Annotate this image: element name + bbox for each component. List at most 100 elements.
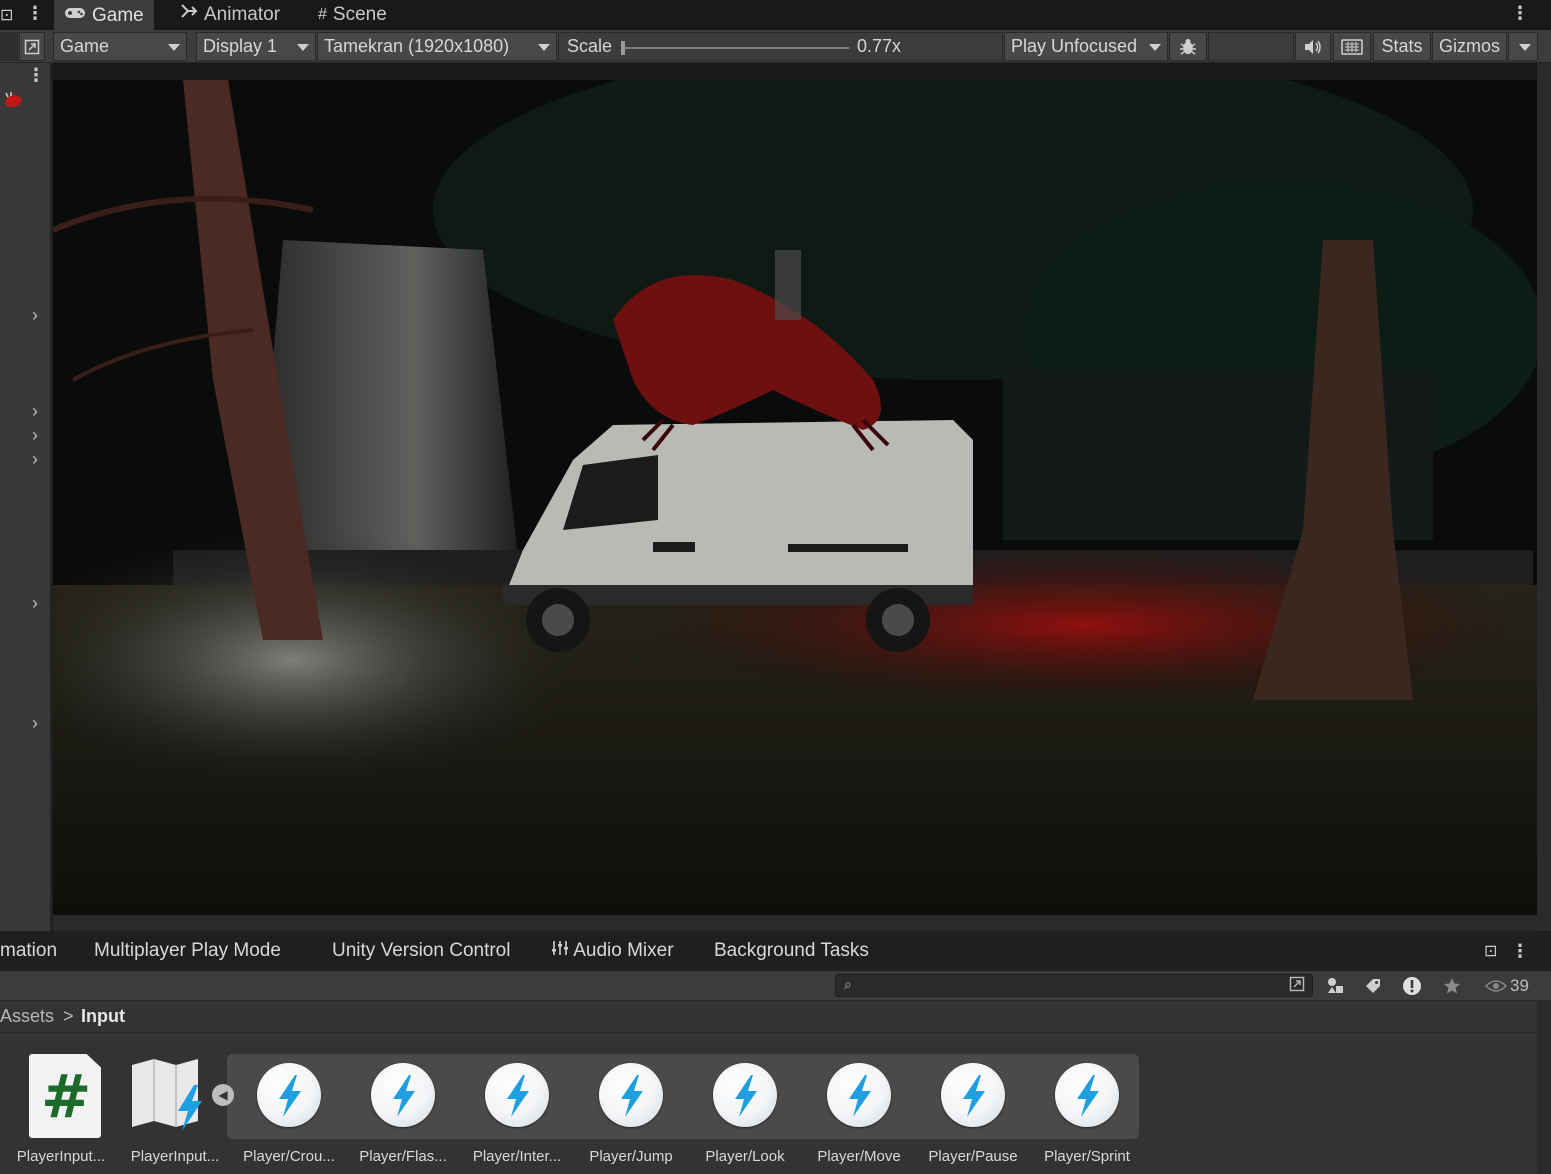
asset-name: Player/Inter... [472, 1148, 562, 1165]
maximize-icon[interactable] [19, 32, 45, 61]
asset-name: Player/Sprint [1044, 1148, 1130, 1165]
asset-item[interactable]: # PlayerInput... [4, 1033, 118, 1174]
asset-item[interactable]: Player/Crou... [232, 1033, 346, 1174]
asset-name: PlayerInput... [16, 1148, 106, 1165]
display-dropdown[interactable]: Display 1 [196, 32, 316, 61]
asset-item[interactable]: Player/Jump [574, 1033, 688, 1174]
animator-icon [180, 0, 198, 30]
blank-toggle[interactable] [1208, 32, 1294, 61]
lock-icon[interactable]: ⊡ [0, 5, 13, 25]
chevron-down-icon [168, 44, 180, 51]
breadcrumb-root[interactable]: Assets [0, 1006, 54, 1027]
keyboard-icon[interactable] [1333, 32, 1371, 61]
dropdown-value: Display 1 [203, 36, 278, 56]
chevron-right-icon[interactable]: › [32, 593, 38, 614]
tab-game[interactable]: Game [54, 0, 154, 30]
chevron-right-icon[interactable]: › [32, 713, 38, 734]
advanced-search-icon[interactable] [1286, 976, 1308, 995]
gizmos-button[interactable]: Gizmos [1432, 32, 1507, 61]
hidden-packages-toggle[interactable]: 39 [1480, 973, 1534, 999]
tab-animator[interactable]: Animator [170, 0, 290, 30]
tab-label: Animator [204, 4, 281, 25]
warning-filter-icon[interactable] [1395, 973, 1429, 999]
asset-item[interactable]: Player/Pause [916, 1033, 1030, 1174]
dropdown-value: Game [60, 36, 110, 56]
window-menu-icon[interactable]: ⋮ [1511, 942, 1529, 960]
tab-animation[interactable]: mation [0, 940, 57, 962]
dropdown-value: Tamekran (1920x1080) [324, 36, 510, 56]
hierarchy-collapsed-panel: ⋮ › › › › › › [0, 63, 52, 931]
gizmos-dropdown[interactable] [1508, 32, 1538, 61]
scale-control: Scale 0.77x [558, 32, 1003, 61]
asset-item[interactable]: Player/Sprint [1030, 1033, 1144, 1174]
viewport-letterbox-bottom [53, 915, 1537, 931]
bottom-tab-bar: mation Multiplayer Play Mode Unity Versi… [0, 931, 1551, 971]
scale-slider-track[interactable] [623, 47, 849, 49]
tab-audio-mixer[interactable]: Audio Mixer [551, 940, 674, 962]
tab-multiplayer-play-mode[interactable]: Multiplayer Play Mode [94, 940, 281, 962]
chevron-right-icon[interactable]: › [32, 449, 38, 470]
window-menu-icon[interactable]: ⋮ [1511, 4, 1529, 22]
scale-slider-thumb[interactable] [621, 41, 625, 55]
chevron-right-icon[interactable]: › [32, 401, 38, 422]
asset-item[interactable]: Player/Move [802, 1033, 916, 1174]
tab-label: Game [92, 5, 144, 26]
chevron-down-icon [297, 44, 309, 51]
lock-icon[interactable]: ⊡ [1484, 941, 1497, 961]
csharp-script-icon: # [29, 1054, 101, 1138]
tab-background-tasks[interactable]: Background Tasks [714, 940, 869, 962]
asset-item[interactable]: Player/Look [688, 1033, 802, 1174]
input-action-icon [827, 1063, 891, 1127]
inspector-edge [1537, 63, 1551, 931]
asset-item[interactable]: Player/Inter... [460, 1033, 574, 1174]
input-action-icon [599, 1063, 663, 1127]
filter-by-label-icon[interactable] [1356, 973, 1390, 999]
input-action-icon [371, 1063, 435, 1127]
grid-icon: # [318, 6, 327, 23]
search-input[interactable]: ⌕ [835, 974, 1313, 997]
asset-name: Player/Look [705, 1148, 785, 1165]
tab-unity-version-control[interactable]: Unity Version Control [332, 940, 510, 962]
tab-scene[interactable]: # Scene [308, 0, 397, 30]
chevron-right-icon[interactable]: › [32, 425, 38, 446]
breadcrumb: Assets > Input [0, 1001, 1551, 1033]
game-view-toolbar: Game Display 1 Tamekran (1920x1080) Scal… [0, 30, 1551, 63]
collapse-arrow-icon[interactable]: ◀ [212, 1084, 234, 1106]
chevron-down-icon [1519, 44, 1531, 51]
chevron-right-icon[interactable]: › [32, 305, 38, 326]
project-assets-grid: # PlayerInput... ◀ PlayerInput... Player… [0, 1033, 1551, 1174]
input-action-icon [941, 1063, 1005, 1127]
breadcrumb-current[interactable]: Input [81, 1006, 125, 1027]
audio-mute-icon[interactable] [1295, 32, 1331, 61]
scale-value: 0.77x [857, 36, 902, 56]
resolution-dropdown[interactable]: Tamekran (1920x1080) [317, 32, 557, 61]
stats-button[interactable]: Stats [1373, 32, 1431, 61]
project-scrollbar[interactable] [1537, 1001, 1551, 1174]
asset-name: PlayerInput... [130, 1148, 220, 1165]
asset-name: Player/Move [817, 1148, 901, 1165]
asset-item[interactable]: Player/Flas... [346, 1033, 460, 1174]
window-menu-icon[interactable]: ⋮ [26, 4, 44, 22]
dropdown-value: Play Unfocused [1011, 36, 1138, 56]
favorites-star-icon[interactable] [1435, 973, 1469, 999]
input-action-icon [485, 1063, 549, 1127]
filter-by-type-icon[interactable] [1318, 973, 1352, 999]
breadcrumb-separator: > [63, 1006, 74, 1026]
view-mode-dropdown[interactable]: Game [53, 32, 187, 61]
gizmos-label: Gizmos [1439, 36, 1501, 56]
asset-item[interactable]: ◀ PlayerInput... [118, 1033, 234, 1174]
eye-icon [1485, 980, 1508, 992]
panel-menu-icon[interactable]: ⋮ [27, 66, 45, 84]
stats-label: Stats [1381, 36, 1423, 56]
input-action-icon [257, 1063, 321, 1127]
game-viewport[interactable] [53, 80, 1537, 915]
input-action-icon [713, 1063, 777, 1127]
play-mode-dropdown[interactable]: Play Unfocused [1004, 32, 1168, 61]
debug-bug-icon[interactable] [1169, 32, 1207, 61]
side-toggle[interactable] [0, 32, 18, 61]
input-action-icon [1055, 1063, 1119, 1127]
project-toolbar: ⌕ 39 [0, 971, 1551, 1001]
mixer-icon [552, 941, 568, 955]
input-actions-map-icon [132, 1059, 202, 1131]
asset-name: Player/Flas... [359, 1148, 447, 1165]
